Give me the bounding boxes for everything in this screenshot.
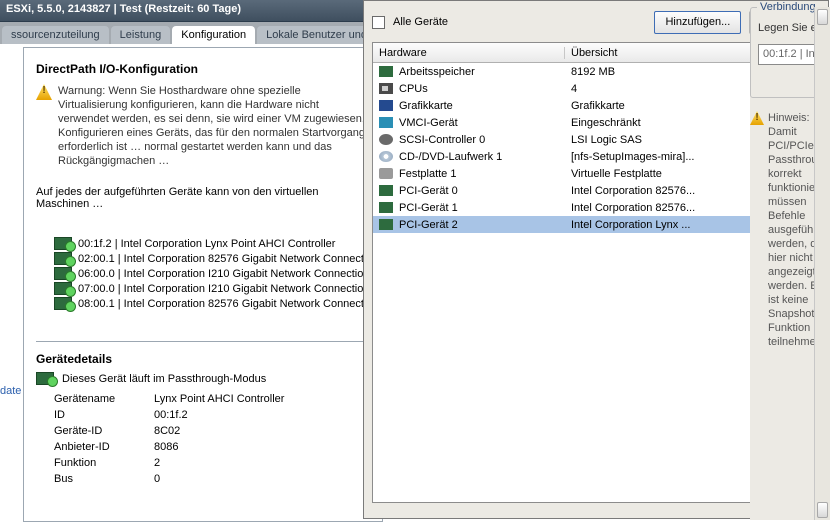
pci-icon [54,282,74,295]
pci-icon [54,267,74,280]
add-button[interactable]: Hinzufügen... [654,11,741,34]
warning-icon [750,111,764,125]
hw-icon [379,219,393,230]
warning-text: Warnung: Wenn Sie Hosthardware ohne spez… [58,84,370,168]
label-id: ID [54,409,154,421]
hw-name: CPUs [399,83,428,95]
pci-icon [54,252,74,265]
value-venid: 8086 [154,441,370,453]
pci-icon [54,237,74,250]
pci-device-row[interactable]: 06:00.0 | Intel Corporation I210 Gigabit… [36,266,370,281]
label-venid: Anbieter-ID [54,441,154,453]
tab-strip: ssourcenzuteilung Leistung Konfiguration… [0,22,383,44]
hw-icon [379,168,393,179]
hw-icon [379,134,393,145]
hw-name: PCI-Gerät 0 [399,185,458,197]
tab-configuration[interactable]: Konfiguration [172,26,255,44]
value-devid: 8C02 [154,425,370,437]
hw-icon [379,185,393,196]
left-link-fragment[interactable]: datei [0,385,22,409]
hw-icon [379,66,393,77]
passthrough-device-list[interactable]: 00:1f.2 | Intel Corporation Lynx Point A… [36,230,370,342]
pci-device-label: 00:1f.2 | Intel Corporation Lynx Point A… [78,238,335,250]
pci-device-row[interactable]: 00:1f.2 | Intel Corporation Lynx Point A… [36,236,370,251]
pci-device-row[interactable]: 07:00.0 | Intel Corporation I210 Gigabit… [36,281,370,296]
label-name: Gerätename [54,393,154,405]
section-title: DirectPath I/O-Konfiguration [36,62,370,76]
host-summary-bar: ESXi, 5.5.0, 2143827 | Test (Restzeit: 6… [0,0,383,22]
hw-name: Grafikkarte [399,100,453,112]
connection-panel: Verbindung Legen Sie ein physisches Gerä… [750,7,830,520]
passthrough-status: Dieses Gerät läuft im Passthrough-Modus [62,373,266,385]
label-bus: Bus [54,473,154,485]
pci-device-row[interactable]: 08:00.1 | Intel Corporation 82576 Gigabi… [36,296,370,311]
value-id: 00:1f.2 [154,409,370,421]
pci-device-label: 06:00.0 | Intel Corporation I210 Gigabit… [78,268,369,280]
hw-name: PCI-Gerät 1 [399,202,458,214]
hw-name: SCSI-Controller 0 [399,134,485,146]
intro-text: Auf jedes der aufgeführten Geräte kann v… [36,186,370,210]
tab-performance[interactable]: Leistung [111,26,171,44]
warning-icon [36,84,52,100]
pci-device-label: 08:00.1 | Intel Corporation 82576 Gigabi… [78,298,379,310]
all-devices-label: Alle Geräte [393,16,448,28]
label-devid: Geräte-ID [54,425,154,437]
value-bus: 0 [154,473,370,485]
config-pane: DirectPath I/O-Konfiguration Warnung: We… [23,47,383,522]
pci-icon [54,297,74,310]
hw-name: Festplatte 1 [399,168,456,180]
pci-device-label: 07:00.0 | Intel Corporation I210 Gigabit… [78,283,369,295]
hw-icon [379,100,393,111]
hw-name: CD-/DVD-Laufwerk 1 [399,151,502,163]
label-func: Funktion [54,457,154,469]
value-name: Lynx Point AHCI Controller [154,393,370,405]
hw-icon [379,117,393,128]
col-hardware[interactable]: Hardware [373,47,565,59]
pci-device-row[interactable]: 02:00.1 | Intel Corporation 82576 Gigabi… [36,251,370,266]
device-details-grid: GerätenameLynx Point AHCI Controller ID0… [36,393,370,485]
scrollbar[interactable] [814,7,830,520]
pci-device-label: 02:00.1 | Intel Corporation 82576 Gigabi… [78,253,379,265]
value-func: 2 [154,457,370,469]
hw-name: PCI-Gerät 2 [399,219,458,231]
hw-icon [379,151,393,162]
hw-name: VMCI-Gerät [399,117,458,129]
device-details-title: Gerätedetails [36,352,370,366]
hw-icon [379,83,393,94]
hw-name: Arbeitsspeicher [399,66,475,78]
pci-icon [36,372,56,385]
all-devices-checkbox[interactable] [372,16,385,29]
connection-legend: Verbindung [757,1,819,13]
tab-resource[interactable]: ssourcenzuteilung [2,26,109,44]
hw-icon [379,202,393,213]
